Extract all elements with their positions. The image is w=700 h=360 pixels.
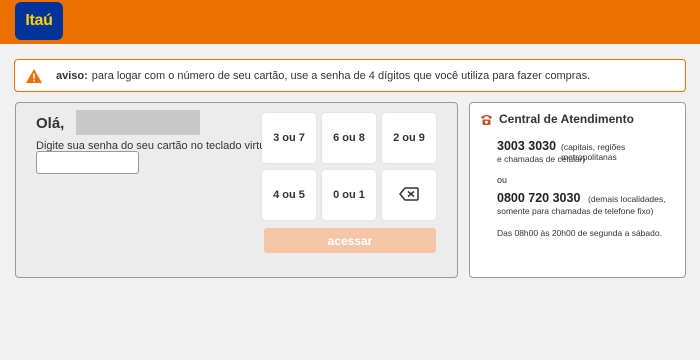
alert-label: aviso: (56, 69, 88, 82)
warning-icon (26, 68, 42, 83)
itau-logo[interactable]: Itaú (15, 2, 63, 40)
help-panel: Central de Atendimento 3003 3030 (capita… (469, 102, 686, 278)
header-bar: Itaú (0, 0, 700, 44)
help-title: Central de Atendimento (480, 112, 634, 126)
backspace-icon (399, 186, 419, 204)
keypad-key-2-9[interactable]: 2 ou 9 (382, 113, 436, 163)
masked-user-name (76, 110, 200, 135)
login-panel: Olá, Digite sua senha do seu cartão no t… (15, 102, 458, 278)
service-hours: Das 08h00 às 20h00 de segunda a sábado. (497, 228, 662, 238)
keypad-key-4-5[interactable]: 4 ou 5 (262, 170, 316, 220)
backspace-button[interactable] (382, 170, 436, 220)
phone-2-description-a: (demais localidades, (588, 194, 666, 204)
phone-1-description-b: e chamadas de celular) (497, 154, 586, 164)
help-title-text: Central de Atendimento (499, 112, 634, 126)
password-field[interactable] (36, 151, 139, 174)
keypad-key-0-1[interactable]: 0 ou 1 (322, 170, 376, 220)
phone-icon (480, 113, 493, 126)
phone-2-description-b: somente para chamadas de telefone fixo) (497, 206, 654, 216)
keypad-key-6-8[interactable]: 6 ou 8 (322, 113, 376, 163)
submit-button[interactable]: acessar (264, 228, 436, 253)
keypad-key-3-7[interactable]: 3 ou 7 (262, 113, 316, 163)
or-text: ou (497, 175, 508, 185)
warning-alert: aviso: para logar com o número de seu ca… (14, 59, 686, 92)
phone-number-1: 3003 3030 (497, 139, 557, 153)
greeting: Olá, (36, 115, 65, 132)
phone-number-2: 0800 720 3030 (497, 191, 581, 205)
alert-message: para logar com o número de seu cartão, u… (91, 69, 591, 82)
